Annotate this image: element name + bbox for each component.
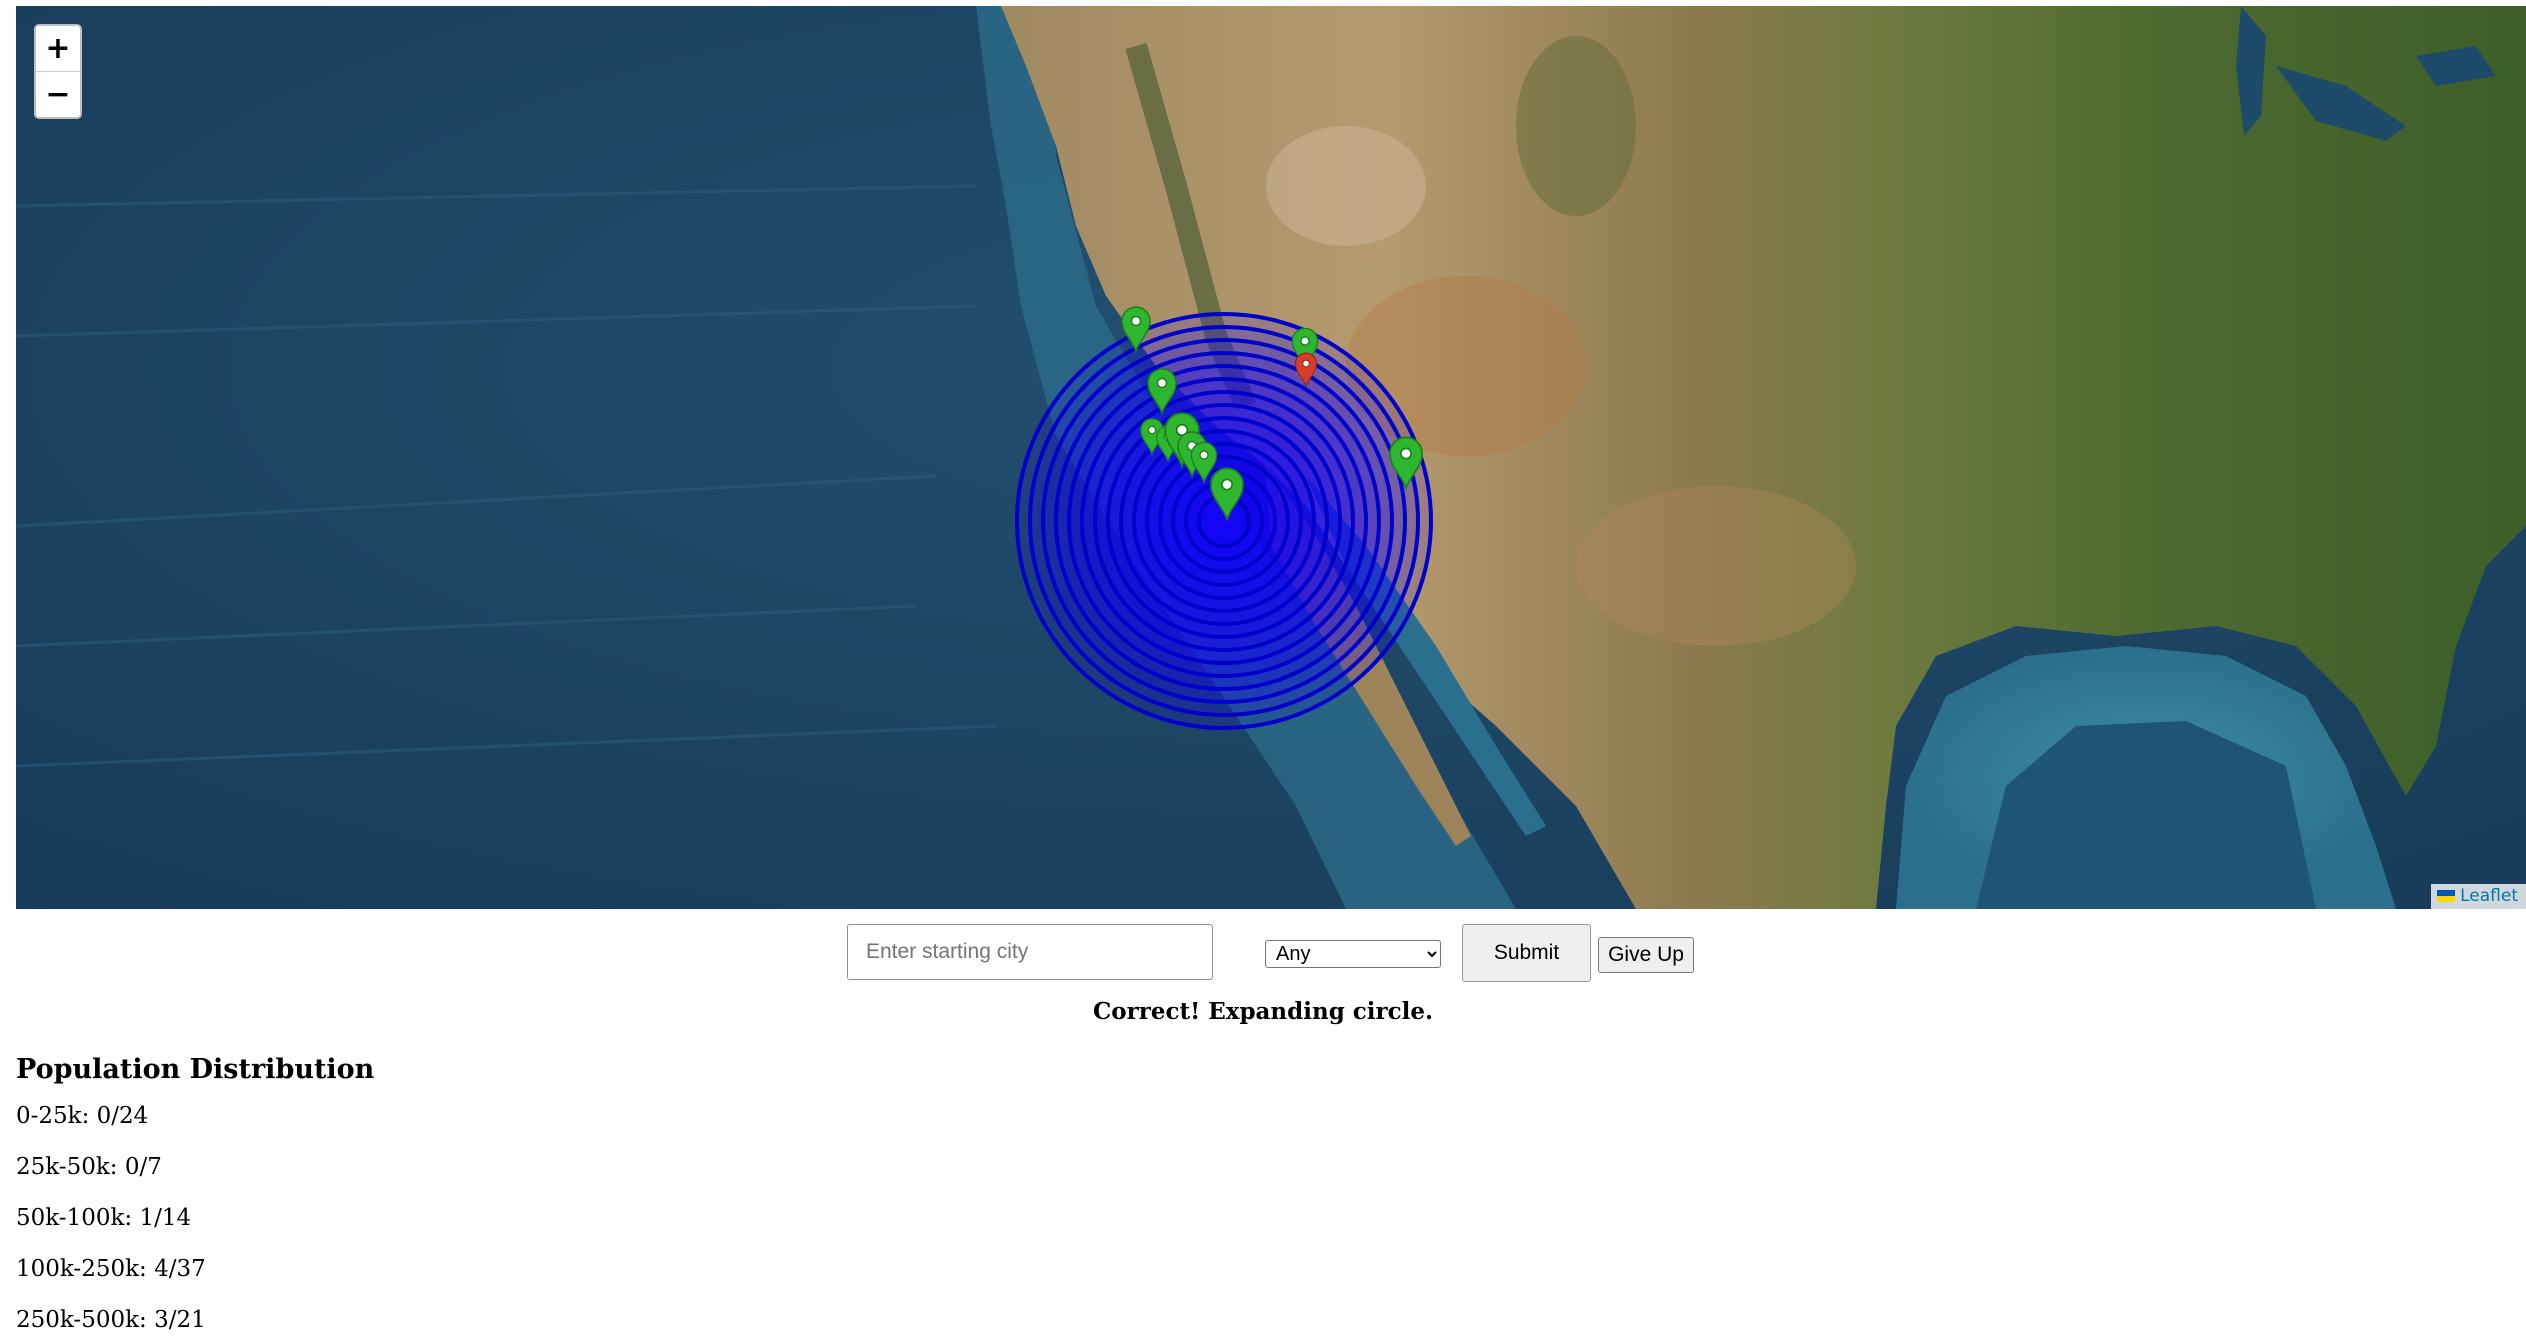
map-attribution: Leaflet — [2431, 884, 2526, 909]
map-view[interactable]: + − Leaflet — [16, 6, 2526, 909]
city-marker[interactable] — [1389, 436, 1423, 489]
ukraine-flag-icon — [2437, 890, 2456, 902]
zoom-out-button[interactable]: − — [36, 71, 80, 117]
city-marker[interactable] — [1121, 306, 1151, 352]
starting-city-input[interactable] — [847, 924, 1213, 980]
zoom-in-button[interactable]: + — [36, 26, 80, 71]
zoom-control: + − — [34, 24, 82, 119]
city-marker[interactable] — [1147, 368, 1177, 414]
distribution-row: 100k-250k: 4/37 — [16, 1256, 206, 1282]
target-marker[interactable] — [1294, 352, 1318, 387]
status-message: Correct! Expanding circle. — [1092, 998, 1434, 1025]
leaflet-link[interactable]: Leaflet — [2460, 886, 2518, 906]
distribution-row: 50k-100k: 1/14 — [16, 1205, 192, 1231]
give-up-button[interactable]: Give Up — [1598, 937, 1694, 973]
distribution-title: Population Distribution — [16, 1054, 375, 1085]
submit-button[interactable]: Submit — [1462, 924, 1591, 982]
distribution-row: 250k-500k: 3/21 — [16, 1307, 206, 1333]
guess-controls: Any Submit Give Up — [0, 924, 2526, 984]
population-filter-select[interactable]: Any — [1265, 940, 1441, 968]
distribution-row: 0-25k: 0/24 — [16, 1103, 149, 1129]
markers-layer[interactable] — [16, 6, 2526, 909]
distribution-row: 25k-50k: 0/7 — [16, 1154, 162, 1180]
city-marker[interactable] — [1210, 467, 1244, 520]
